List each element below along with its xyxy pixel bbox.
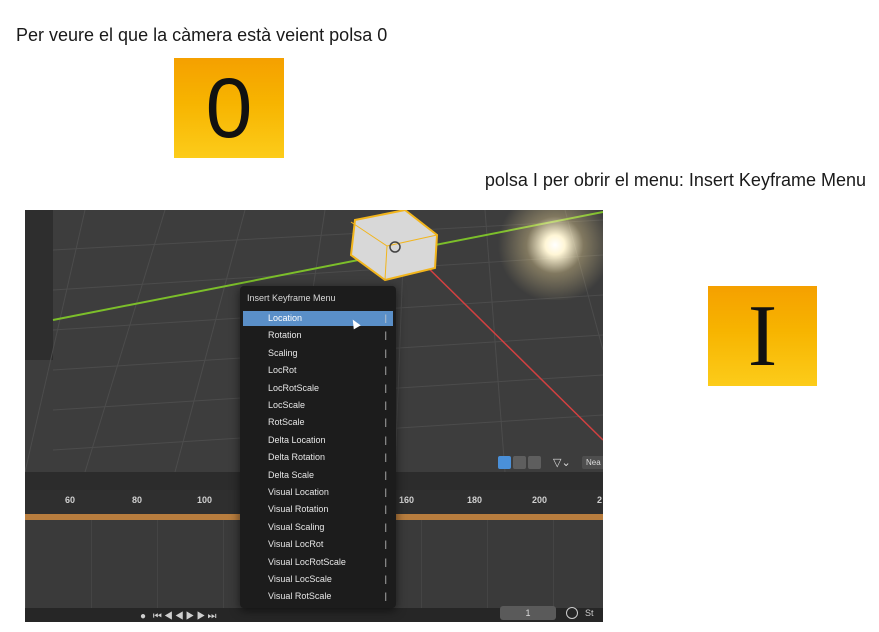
select-tool-icon[interactable]: [498, 456, 511, 469]
menu-item[interactable]: Delta Location |: [243, 433, 393, 448]
menu-item[interactable]: Visual Location |: [243, 485, 393, 500]
menu-item[interactable]: Visual LocScale |: [243, 572, 393, 587]
blender-screenshot: 60 80 100 160 180 200 2 ▽⌄ Nea ● ⏮◀◀▶▶⏭ …: [25, 210, 603, 622]
menu-item[interactable]: Delta Rotation |: [243, 450, 393, 465]
light-glow: [495, 210, 603, 300]
warning-icon[interactable]: [528, 456, 541, 469]
current-frame-field[interactable]: 1: [500, 606, 556, 620]
submenu-marker-icon: |: [384, 539, 387, 550]
menu-item-label: Visual LocRotScale: [268, 556, 346, 567]
tick-label: 2: [597, 495, 603, 505]
menu-item-label: Delta Location: [268, 434, 326, 445]
menu-item[interactable]: Scaling |: [243, 346, 393, 361]
tick-label: 60: [65, 495, 76, 505]
menu-item-label: Visual Rotation: [268, 504, 329, 515]
submenu-marker-icon: |: [384, 556, 387, 567]
submenu-marker-icon: |: [384, 330, 387, 341]
menu-item-label: Delta Rotation: [268, 452, 326, 463]
tick-label: 180: [467, 495, 483, 505]
submenu-marker-icon: |: [384, 452, 387, 463]
tick-label: 160: [399, 495, 415, 505]
insert-keyframe-menu: Insert Keyframe Menu Location | Rotation | S…: [240, 286, 396, 608]
submenu-marker-icon: |: [384, 382, 387, 393]
tick-label: 200: [532, 495, 548, 505]
menu-item[interactable]: Location |: [243, 311, 393, 326]
playback-controls[interactable]: ● ⏮◀◀▶▶⏭: [140, 611, 219, 622]
key-i-icon: I: [708, 286, 817, 386]
menu-item-label: LocRot: [268, 365, 297, 376]
submenu-marker-icon: |: [384, 313, 387, 323]
menu-item[interactable]: RotScale |: [243, 415, 393, 430]
menu-item[interactable]: Visual Rotation |: [243, 502, 393, 517]
submenu-marker-icon: |: [384, 591, 387, 602]
submenu-marker-icon: |: [384, 417, 387, 428]
insert-instruction: polsa I per obrir el menu: Insert Keyfra…: [484, 170, 866, 190]
menu-item[interactable]: LocRot |: [243, 363, 393, 378]
menu-item[interactable]: Visual RotScale |: [243, 589, 393, 604]
menu-item[interactable]: LocScale |: [243, 398, 393, 413]
submenu-marker-icon: |: [384, 504, 387, 515]
menu-item-label: Delta Scale: [268, 469, 315, 480]
viewport-toolbar: [498, 456, 541, 470]
box-select-icon[interactable]: [513, 456, 526, 469]
menu-item-label: Visual Scaling: [268, 521, 325, 532]
menu-item-label: RotScale: [268, 417, 305, 428]
menu-item[interactable]: Delta Scale |: [243, 468, 393, 483]
menu-item[interactable]: Visual LocRotScale |: [243, 555, 393, 570]
menu-item-label: Scaling: [268, 347, 298, 358]
filter-field[interactable]: Nea: [582, 456, 603, 469]
submenu-marker-icon: |: [384, 487, 387, 497]
menu-item[interactable]: Visual LocRot |: [243, 537, 393, 552]
start-label: St: [585, 608, 594, 618]
submenu-marker-icon: |: [384, 469, 387, 480]
submenu-marker-icon: |: [384, 347, 387, 358]
submenu-marker-icon: |: [384, 434, 387, 445]
submenu-marker-icon: |: [384, 521, 387, 532]
tick-label: 80: [132, 495, 143, 505]
camera-instruction: Per veure el que la càmera està veient p…: [16, 25, 388, 45]
menu-item-label: LocRotScale: [268, 382, 320, 393]
submenu-marker-icon: |: [384, 365, 387, 376]
submenu-marker-icon: |: [384, 574, 387, 584]
menu-item-label: Visual LocRot: [268, 539, 324, 550]
tick-label: 100: [197, 495, 213, 505]
menu-item-label: Visual Location: [268, 487, 329, 497]
menu-item-label: LocScale: [268, 400, 306, 410]
menu-item-label: Visual RotScale: [268, 591, 332, 602]
menu-item-label: Location: [268, 313, 303, 323]
submenu-marker-icon: |: [384, 400, 387, 410]
menu-title: Insert Keyframe Menu: [247, 293, 336, 303]
menu-item[interactable]: LocRotScale |: [243, 381, 393, 396]
key-zero-icon: 0: [174, 58, 284, 158]
menu-item-label: Rotation: [268, 330, 302, 341]
filter-icon[interactable]: ▽⌄: [553, 456, 571, 469]
menu-item-label: Visual LocScale: [268, 574, 332, 584]
timer-icon[interactable]: [566, 607, 578, 619]
menu-item[interactable]: Visual Scaling |: [243, 520, 393, 535]
menu-item[interactable]: Rotation |: [243, 328, 393, 343]
